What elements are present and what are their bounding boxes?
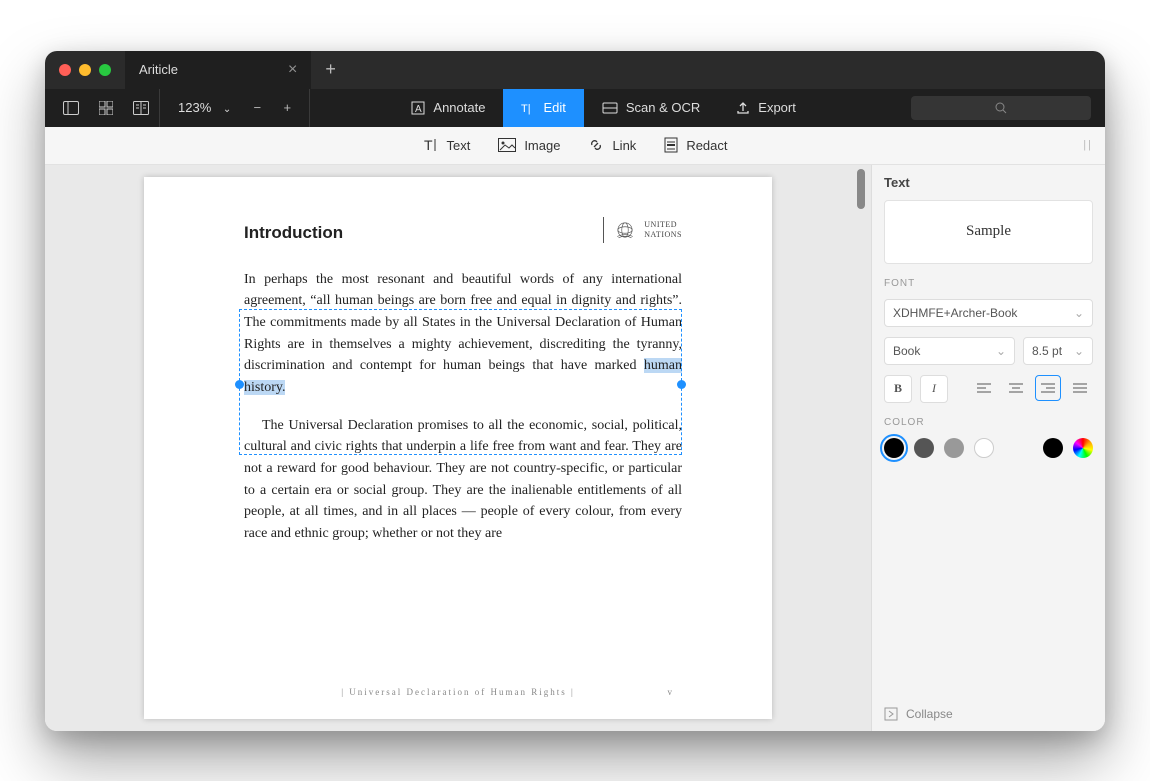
chevron-down-icon: ⌄ bbox=[996, 344, 1006, 358]
editor-body: Introduction United Nations bbox=[45, 165, 1105, 731]
tab-edit-label: Edit bbox=[543, 100, 565, 115]
swatch-black[interactable] bbox=[884, 438, 904, 458]
un-logo-icon bbox=[612, 217, 638, 243]
text-tool-button[interactable]: T Text bbox=[422, 137, 470, 153]
link-tool-icon bbox=[588, 137, 604, 153]
tab-scan-label: Scan & OCR bbox=[626, 100, 700, 115]
align-right-icon bbox=[1041, 382, 1055, 394]
search-icon bbox=[995, 102, 1007, 114]
redact-tool-label: Redact bbox=[686, 138, 727, 153]
text-tool-label: Text bbox=[446, 138, 470, 153]
font-size-select[interactable]: 8.5 pt ⌄ bbox=[1023, 337, 1093, 365]
font-weight-select[interactable]: Book ⌄ bbox=[884, 337, 1015, 365]
align-right-button[interactable] bbox=[1035, 375, 1061, 401]
tab-export-label: Export bbox=[758, 100, 796, 115]
vertical-scrollbar[interactable] bbox=[855, 165, 867, 731]
edit-icon: T| bbox=[521, 101, 535, 115]
align-left-icon bbox=[977, 382, 991, 394]
org-line2: Nations bbox=[644, 230, 682, 240]
zoom-window-button[interactable] bbox=[99, 64, 111, 76]
main-toolbar: 123% ⌄ − + A Annotate T| Edit Scan & OCR… bbox=[45, 89, 1105, 127]
toolbar-drag-handle[interactable]: || bbox=[1083, 139, 1093, 151]
zoom-level[interactable]: 123% ⌄ bbox=[170, 100, 239, 115]
page-number: v bbox=[668, 687, 673, 697]
chevron-down-icon: ⌄ bbox=[1074, 344, 1084, 358]
zoom-control: 123% ⌄ − + bbox=[159, 89, 310, 127]
tab-export[interactable]: Export bbox=[718, 89, 814, 127]
titlebar: Ariticle × + bbox=[45, 51, 1105, 89]
document-page: Introduction United Nations bbox=[144, 177, 772, 719]
edit-subtoolbar: T Text Image Link Redact || bbox=[45, 127, 1105, 165]
scan-icon bbox=[602, 101, 618, 115]
org-line1: United bbox=[644, 220, 682, 230]
reading-mode-button[interactable] bbox=[123, 89, 159, 127]
book-icon bbox=[133, 101, 149, 115]
sample-preview: Sample bbox=[884, 200, 1093, 264]
font-family-select[interactable]: XDHMFE+Archer-Book ⌄ bbox=[884, 299, 1093, 327]
align-left-button[interactable] bbox=[971, 375, 997, 401]
swatch-current[interactable] bbox=[1043, 438, 1063, 458]
inspector-panel: Text Sample FONT XDHMFE+Archer-Book ⌄ Bo… bbox=[871, 165, 1105, 731]
bold-button[interactable]: B bbox=[884, 375, 912, 403]
image-tool-label: Image bbox=[524, 138, 560, 153]
search-input[interactable] bbox=[911, 96, 1091, 120]
paragraph-2[interactable]: The Universal Declaration promises to al… bbox=[244, 415, 682, 545]
font-section-label: FONT bbox=[884, 278, 1093, 289]
swatch-white[interactable] bbox=[974, 438, 994, 458]
sidebar-toggle-button[interactable] bbox=[53, 89, 89, 127]
align-center-button[interactable] bbox=[1003, 375, 1029, 401]
tab-annotate[interactable]: A Annotate bbox=[393, 89, 503, 127]
chevron-down-icon: ⌄ bbox=[1074, 306, 1084, 320]
chevron-down-icon: ⌄ bbox=[219, 104, 235, 115]
image-tool-button[interactable]: Image bbox=[498, 138, 560, 153]
close-window-button[interactable] bbox=[59, 64, 71, 76]
color-section-label: COLOR bbox=[884, 417, 1093, 428]
redact-tool-button[interactable]: Redact bbox=[664, 137, 727, 153]
align-center-icon bbox=[1009, 382, 1023, 394]
swatch-gray[interactable] bbox=[944, 438, 964, 458]
link-tool-label: Link bbox=[612, 138, 636, 153]
swatch-dark-gray[interactable] bbox=[914, 438, 934, 458]
document-tab-title: Ariticle bbox=[139, 62, 178, 77]
collapse-panel-button[interactable]: Collapse bbox=[884, 697, 1093, 721]
page-heading: Introduction bbox=[244, 223, 343, 243]
text-tool-icon: T bbox=[422, 137, 438, 153]
document-canvas[interactable]: Introduction United Nations bbox=[45, 165, 871, 731]
sidebar-icon bbox=[63, 101, 79, 115]
color-picker-button[interactable] bbox=[1073, 438, 1093, 458]
grid-icon bbox=[99, 101, 113, 115]
page-footer: | Universal Declaration of Human Rights … bbox=[144, 687, 772, 697]
tab-scan-ocr[interactable]: Scan & OCR bbox=[584, 89, 718, 127]
paragraph-1[interactable]: In perhaps the most resonant and beautif… bbox=[244, 269, 682, 399]
new-tab-button[interactable]: + bbox=[311, 59, 350, 80]
annotate-icon: A bbox=[411, 101, 425, 115]
align-justify-icon bbox=[1073, 382, 1087, 394]
org-badge: United Nations bbox=[603, 217, 682, 243]
thumbnails-button[interactable] bbox=[89, 89, 123, 127]
window-controls bbox=[45, 64, 125, 76]
close-tab-button[interactable]: × bbox=[288, 62, 297, 78]
export-icon bbox=[736, 101, 750, 115]
link-tool-button[interactable]: Link bbox=[588, 137, 636, 153]
tab-edit[interactable]: T| Edit bbox=[503, 89, 583, 127]
svg-text:T: T bbox=[424, 137, 433, 153]
redact-tool-icon bbox=[664, 137, 678, 153]
align-justify-button[interactable] bbox=[1067, 375, 1093, 401]
selection-handle-left[interactable] bbox=[235, 380, 244, 389]
tab-annotate-label: Annotate bbox=[433, 100, 485, 115]
scrollbar-thumb[interactable] bbox=[857, 169, 865, 209]
app-window: Ariticle × + 123% ⌄ − + A Annotate bbox=[45, 51, 1105, 731]
minimize-window-button[interactable] bbox=[79, 64, 91, 76]
image-tool-icon bbox=[498, 138, 516, 152]
svg-text:A: A bbox=[415, 104, 422, 115]
panel-title: Text bbox=[884, 175, 1093, 190]
zoom-out-button[interactable]: − bbox=[245, 100, 269, 115]
italic-button[interactable]: I bbox=[920, 375, 948, 403]
color-swatches bbox=[884, 438, 1093, 458]
collapse-icon bbox=[884, 707, 898, 721]
document-tab[interactable]: Ariticle × bbox=[125, 51, 311, 89]
zoom-in-button[interactable]: + bbox=[275, 100, 299, 115]
svg-text:T|: T| bbox=[521, 103, 531, 115]
